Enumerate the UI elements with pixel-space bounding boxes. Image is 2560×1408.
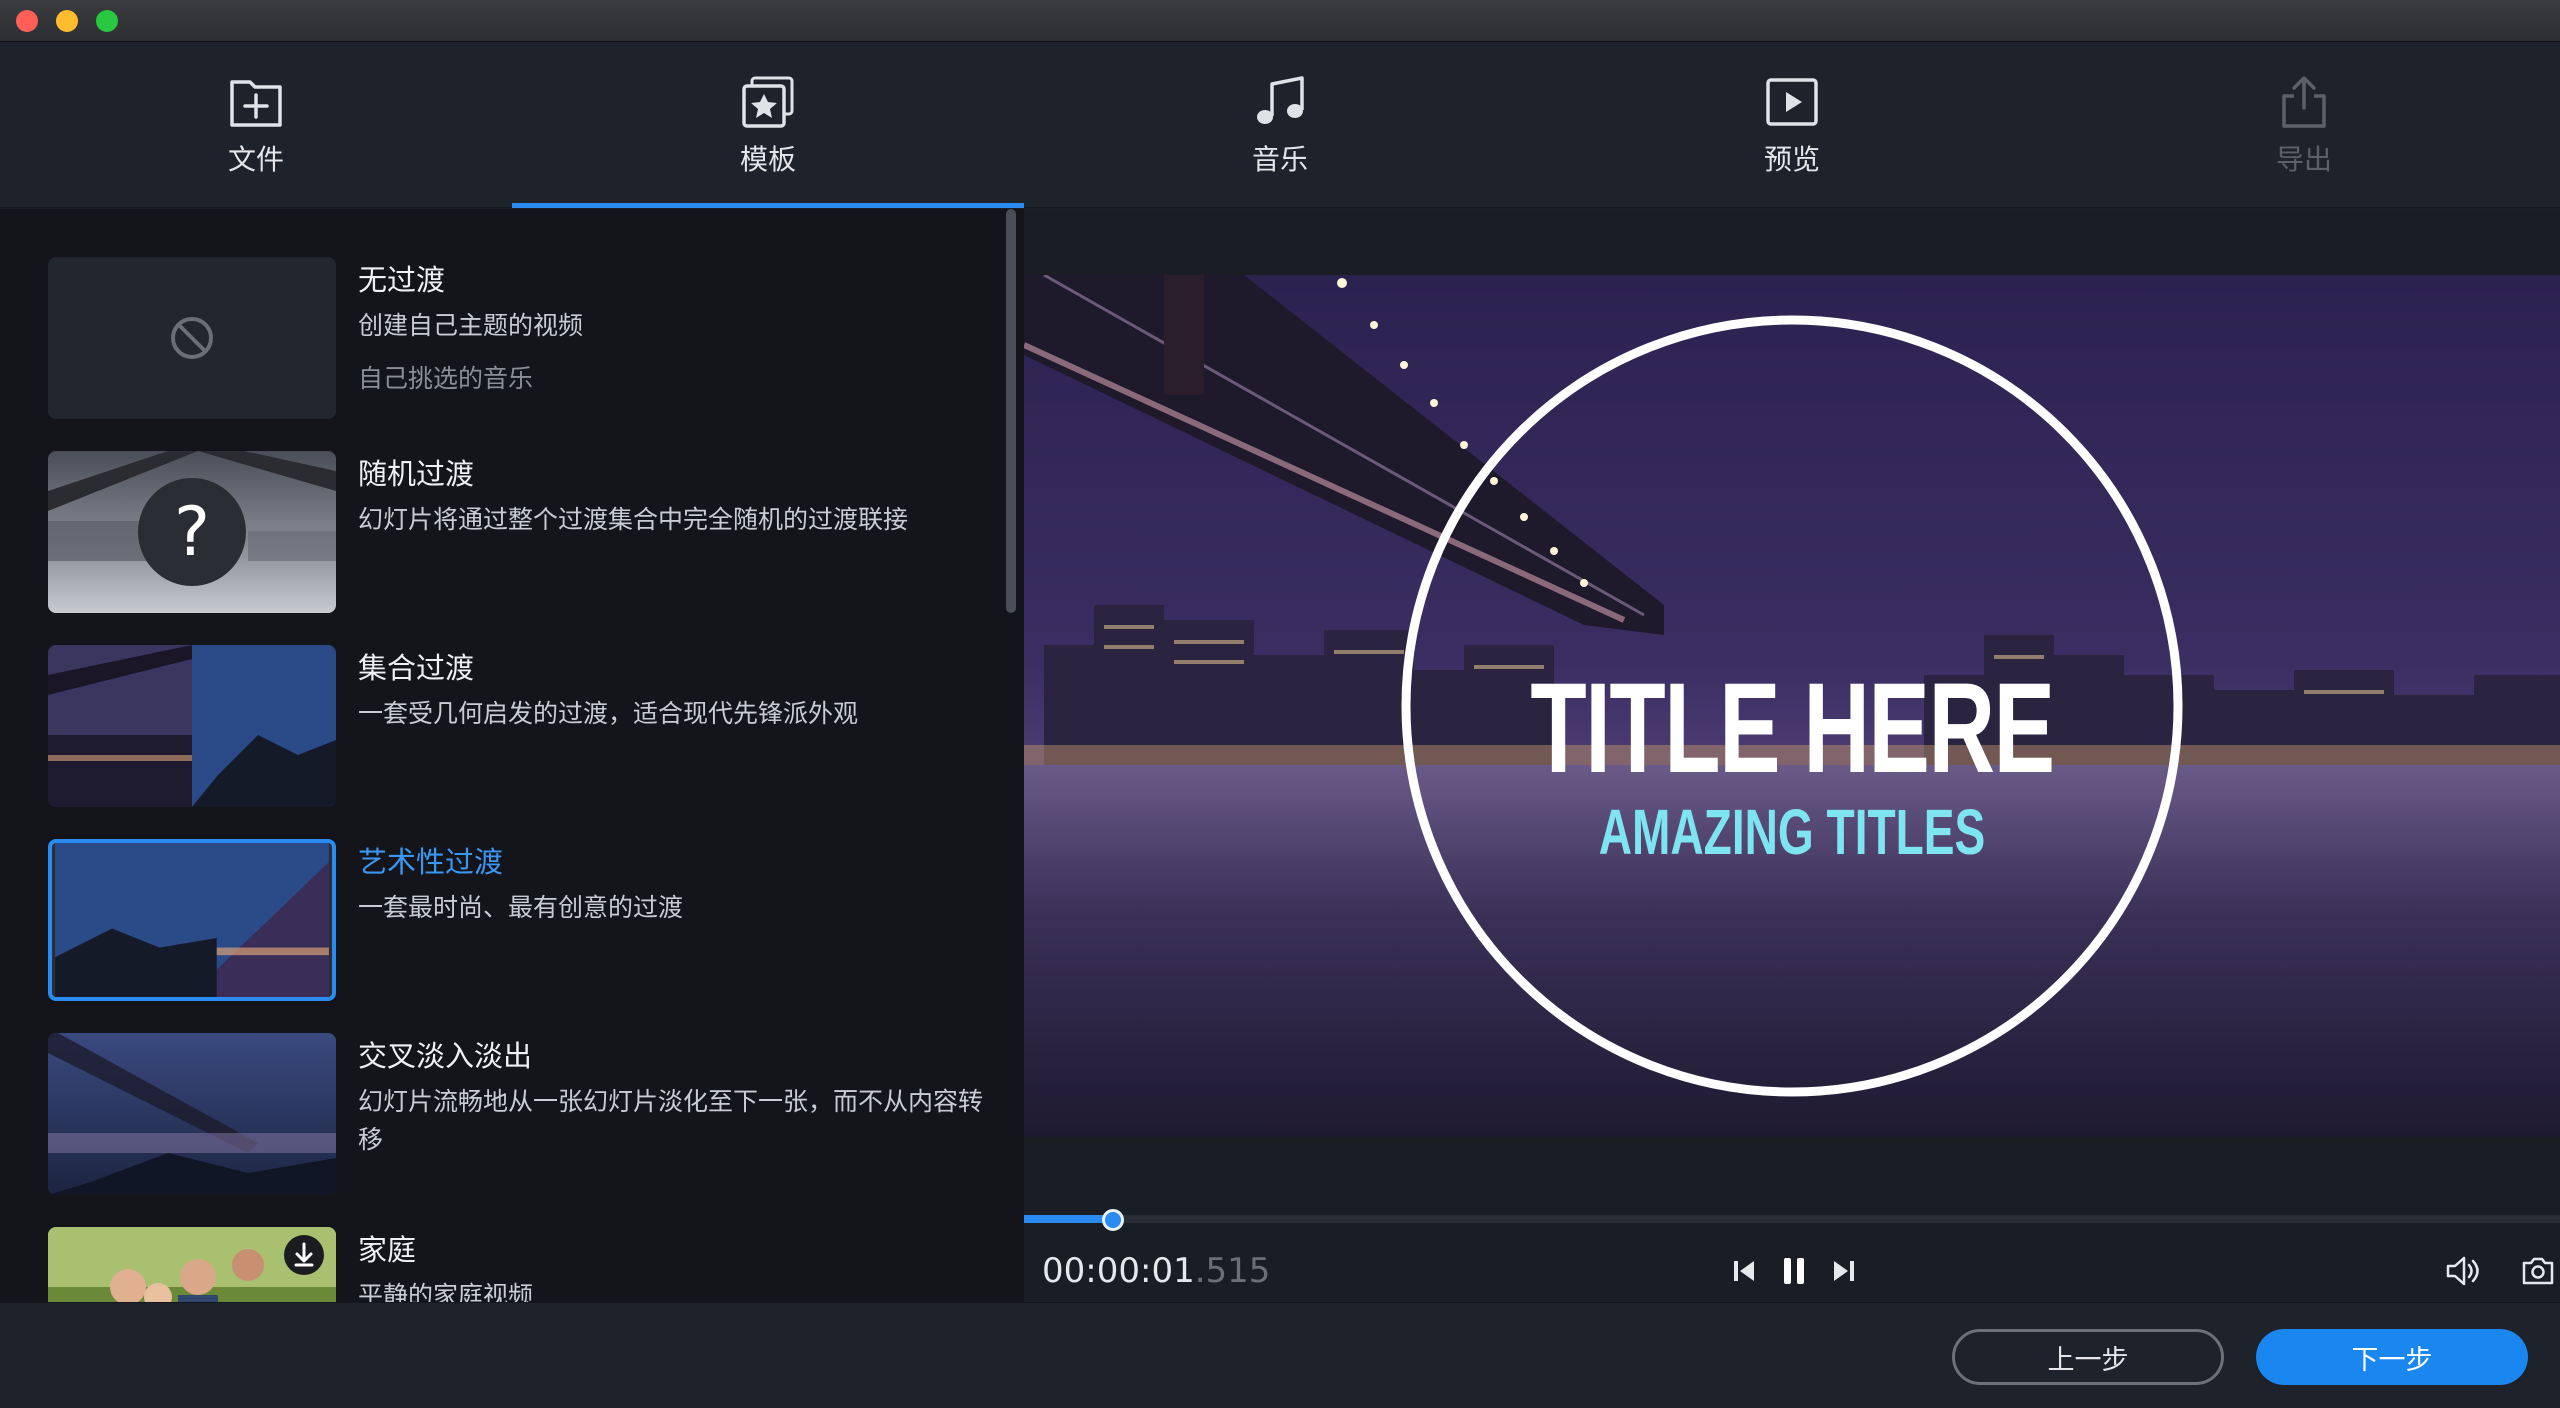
template-thumb [48, 645, 336, 807]
random-thumb-image: ? [48, 451, 336, 613]
time-main: 00:00:01 [1042, 1251, 1195, 1291]
volume-icon [2446, 1256, 2479, 1286]
template-item-random[interactable]: ? 随机过渡 幻灯片将通过整个过渡集合中完全随机的过渡联接 [48, 451, 988, 615]
template-title: 艺术性过渡 [358, 845, 504, 879]
template-item-artistic[interactable]: 艺术性过渡 一套最时尚、最有创意的过渡 [48, 839, 988, 1003]
template-star-icon [742, 76, 794, 128]
tab-preview-label: 预览 [1763, 143, 1820, 176]
template-desc: 幻灯片流畅地从一张幻灯片淡化至下一张，而不从内容转移 [358, 1087, 984, 1154]
title-bar [0, 0, 2560, 42]
template-desc: 平静的家庭视频 [358, 1281, 534, 1302]
template-thumb [48, 257, 336, 419]
template-list: 无过渡 创建自己主题的视频 自己挑选的音乐 ? 随机过渡 幻灯片将通过整个过渡集… [0, 209, 1024, 1302]
tab-music[interactable]: 音乐 [1024, 42, 1536, 208]
template-thumb [48, 839, 336, 1001]
tab-export-label: 导出 [2275, 143, 2332, 176]
step-forward-icon [1834, 1261, 1854, 1281]
prev-frame-button[interactable] [1722, 1249, 1766, 1293]
list-scrollbar-thumb[interactable] [1006, 209, 1016, 613]
template-item-family[interactable]: 家庭 平静的家庭视频 [48, 1227, 988, 1302]
progress-fill [1024, 1215, 1113, 1223]
tab-file-label: 文件 [227, 143, 284, 176]
time-display: 00:00:01.515 [1042, 1251, 1270, 1291]
maximize-window-button[interactable] [96, 10, 118, 32]
tab-file[interactable]: 文件 [0, 42, 512, 208]
download-icon[interactable] [284, 1235, 324, 1275]
music-note-icon [1257, 76, 1304, 124]
camera-icon [2522, 1257, 2554, 1285]
time-ms: .515 [1194, 1251, 1271, 1291]
template-desc: 一套受几何启发的过渡，适合现代先锋派外观 [358, 699, 859, 728]
step-back-icon [1734, 1261, 1754, 1281]
preview-panel: TITLE HERE AMAZING TITLES 00:00:01.515 [1024, 209, 2560, 1302]
pause-icon [1784, 1258, 1804, 1284]
progress-knob[interactable] [1102, 1209, 1124, 1231]
template-title: 无过渡 [358, 263, 446, 297]
subtitle-text: AMAZING TITLES [1598, 796, 1986, 868]
crossfade-thumb-image [48, 1033, 336, 1195]
volume-button[interactable] [2440, 1249, 2484, 1293]
export-icon [2282, 76, 2326, 128]
template-sub: 自己挑选的音乐 [358, 364, 534, 393]
template-thumb: ? [48, 451, 336, 613]
close-window-button[interactable] [16, 10, 38, 32]
template-title: 家庭 [358, 1233, 417, 1267]
template-item-none[interactable]: 无过渡 创建自己主题的视频 自己挑选的音乐 [48, 257, 988, 421]
play-preview-icon [1766, 78, 1818, 126]
file-add-icon [230, 80, 282, 127]
footer-bar: 上一步 下一步 [0, 1302, 2560, 1408]
progress-bar[interactable] [1024, 1215, 2560, 1223]
tab-template[interactable]: 模板 [512, 42, 1024, 208]
next-step-button[interactable]: 下一步 [2256, 1329, 2528, 1385]
artistic-thumb-image [55, 843, 329, 997]
template-title: 随机过渡 [358, 457, 475, 491]
pause-button[interactable] [1772, 1249, 1816, 1293]
template-title: 交叉淡入淡出 [358, 1039, 533, 1073]
previous-step-button[interactable]: 上一步 [1952, 1329, 2224, 1385]
none-icon [171, 317, 213, 359]
question-icon: ? [174, 493, 210, 572]
tab-template-label: 模板 [739, 143, 796, 176]
title-text: TITLE HERE [1530, 657, 2055, 800]
main-toolbar: 文件 模板 音乐 预览 导出 [0, 42, 2560, 208]
tab-preview[interactable]: 预览 [1536, 42, 2048, 208]
template-thumb [48, 1227, 336, 1302]
template-desc: 创建自己主题的视频 [358, 311, 584, 340]
video-preview[interactable]: TITLE HERE AMAZING TITLES [1024, 275, 2560, 1137]
template-item-geometric[interactable]: 集合过渡 一套受几何启发的过渡，适合现代先锋派外观 [48, 645, 988, 809]
geometric-thumb-image [48, 645, 336, 807]
tab-music-label: 音乐 [1251, 143, 1308, 176]
next-frame-button[interactable] [1822, 1249, 1866, 1293]
list-scrollbar[interactable] [1006, 209, 1016, 1302]
template-item-crossfade[interactable]: 交叉淡入淡出 幻灯片流畅地从一张幻灯片淡化至下一张，而不从内容转移 [48, 1033, 988, 1197]
minimize-window-button[interactable] [56, 10, 78, 32]
app-window: 文件 模板 音乐 预览 导出 无过渡 创建自己主题的视频 自己挑选的音乐 ? 随… [0, 0, 2560, 1408]
template-thumb [48, 1033, 336, 1195]
template-desc: 一套最时尚、最有创意的过渡 [358, 893, 684, 922]
template-desc: 幻灯片将通过整个过渡集合中完全随机的过渡联接 [358, 505, 909, 534]
snapshot-button[interactable] [2516, 1249, 2560, 1293]
tab-export[interactable]: 导出 [2048, 42, 2560, 208]
template-title: 集合过渡 [358, 651, 475, 685]
